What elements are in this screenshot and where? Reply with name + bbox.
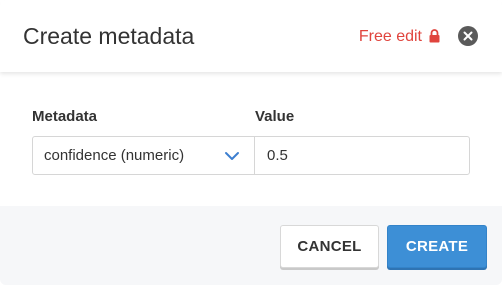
cancel-button[interactable]: CANCEL: [280, 225, 379, 268]
free-edit-indicator: Free edit: [359, 28, 440, 46]
dialog-footer: CANCEL CREATE: [0, 206, 502, 285]
dialog-header: Create metadata Free edit: [0, 0, 502, 72]
dialog-body: Metadata Value confidence (numeric): [0, 72, 502, 206]
value-input[interactable]: [254, 136, 470, 175]
metadata-label: Metadata: [32, 108, 98, 125]
value-label: Value: [255, 108, 295, 125]
free-edit-label: Free edit: [358, 28, 422, 45]
create-metadata-dialog: Create metadata Free edit Metadata Value…: [0, 0, 502, 285]
close-icon: [463, 31, 473, 41]
metadata-select-value: confidence (numeric): [44, 147, 185, 164]
lock-icon: [429, 29, 440, 43]
dialog-title: Create metadata: [23, 23, 195, 49]
close-button[interactable]: [458, 26, 478, 46]
create-button[interactable]: CREATE: [387, 225, 487, 268]
metadata-select[interactable]: confidence (numeric): [32, 136, 255, 175]
chevron-down-icon: [225, 152, 239, 160]
